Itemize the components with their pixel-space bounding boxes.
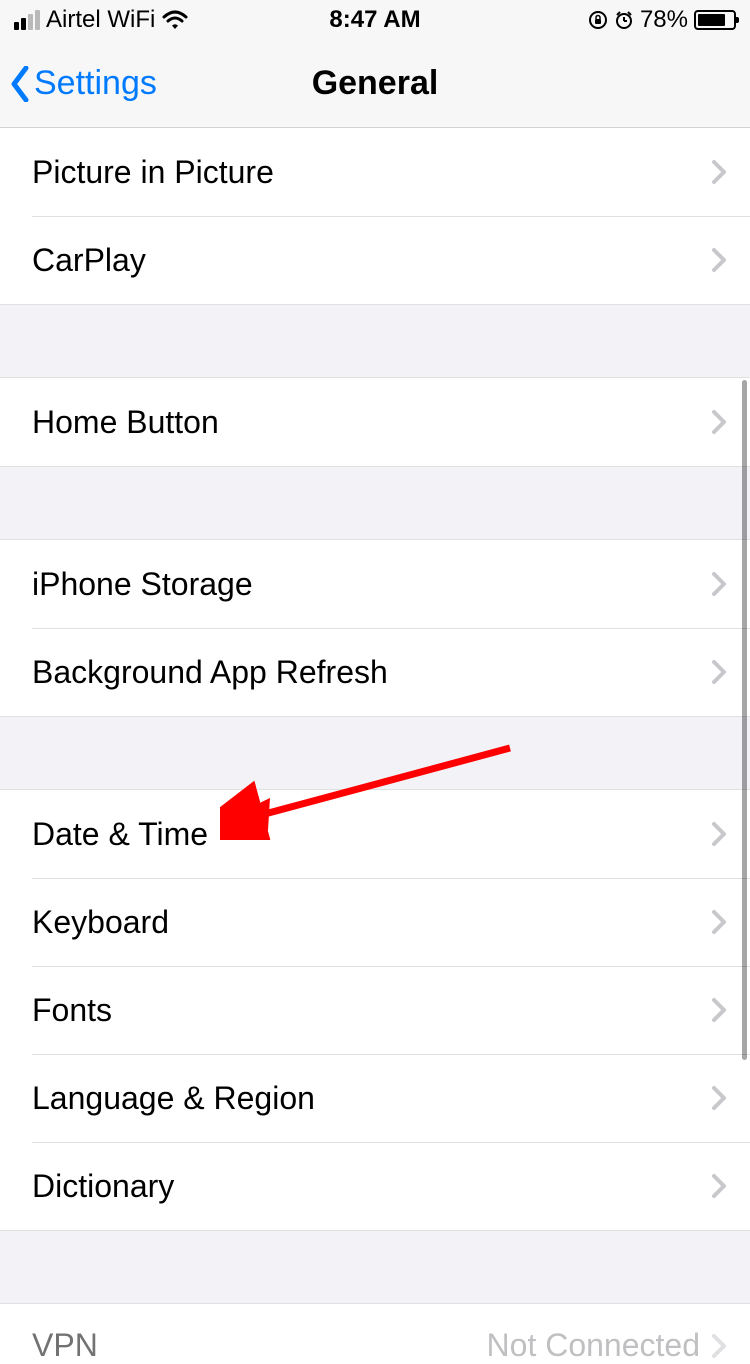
row-picture-in-picture[interactable]: Picture in Picture (0, 128, 750, 216)
row-label: CarPlay (32, 242, 146, 279)
chevron-right-icon (712, 572, 726, 596)
chevron-right-icon (712, 410, 726, 434)
group-spacer (0, 305, 750, 377)
row-detail: Not Connected (487, 1327, 700, 1364)
row-label: iPhone Storage (32, 566, 253, 603)
status-bar: Airtel WiFi 8:47 AM 78% (0, 0, 750, 40)
status-time: 8:47 AM (329, 6, 420, 34)
chevron-right-icon (712, 1174, 726, 1198)
back-button[interactable]: Settings (0, 64, 157, 103)
wifi-icon (161, 9, 189, 31)
alarm-icon (614, 10, 634, 30)
row-label: VPN (32, 1327, 98, 1364)
row-dictionary[interactable]: Dictionary (0, 1142, 750, 1230)
chevron-left-icon (10, 66, 30, 102)
settings-group: Date & Time Keyboard Fonts Language & Re… (0, 789, 750, 1231)
settings-group: Picture in Picture CarPlay (0, 128, 750, 305)
status-left: Airtel WiFi (14, 6, 189, 34)
battery-icon (694, 10, 736, 30)
row-label: Keyboard (32, 904, 169, 941)
chevron-right-icon (712, 1334, 726, 1358)
row-fonts[interactable]: Fonts (0, 966, 750, 1054)
status-right: 78% (588, 6, 736, 34)
chevron-right-icon (712, 998, 726, 1022)
chevron-right-icon (712, 910, 726, 934)
row-vpn[interactable]: VPN Not Connected (0, 1304, 750, 1364)
group-spacer (0, 717, 750, 789)
chevron-right-icon (712, 160, 726, 184)
row-keyboard[interactable]: Keyboard (0, 878, 750, 966)
row-label: Background App Refresh (32, 654, 388, 691)
row-label: Fonts (32, 992, 112, 1029)
group-spacer (0, 1231, 750, 1303)
row-iphone-storage[interactable]: iPhone Storage (0, 540, 750, 628)
row-label: Date & Time (32, 816, 208, 853)
row-label: Picture in Picture (32, 154, 274, 191)
chevron-right-icon (712, 822, 726, 846)
carrier-label: Airtel WiFi (46, 6, 155, 34)
row-date-time[interactable]: Date & Time (0, 790, 750, 878)
row-language-region[interactable]: Language & Region (0, 1054, 750, 1142)
cellular-signal-icon (14, 10, 40, 30)
row-home-button[interactable]: Home Button (0, 378, 750, 466)
chevron-right-icon (712, 1086, 726, 1110)
settings-group: iPhone Storage Background App Refresh (0, 539, 750, 717)
row-label: Language & Region (32, 1080, 315, 1117)
battery-percentage: 78% (640, 6, 688, 34)
row-background-app-refresh[interactable]: Background App Refresh (0, 628, 750, 716)
row-label: Home Button (32, 404, 219, 441)
rotation-lock-icon (588, 10, 608, 30)
navigation-bar: Settings General (0, 40, 750, 128)
settings-group: Home Button (0, 377, 750, 467)
row-carplay[interactable]: CarPlay (0, 216, 750, 304)
scroll-indicator[interactable] (742, 380, 747, 1060)
page-title: General (312, 64, 439, 103)
back-label: Settings (34, 64, 157, 103)
chevron-right-icon (712, 660, 726, 684)
chevron-right-icon (712, 248, 726, 272)
group-spacer (0, 467, 750, 539)
row-label: Dictionary (32, 1168, 174, 1205)
